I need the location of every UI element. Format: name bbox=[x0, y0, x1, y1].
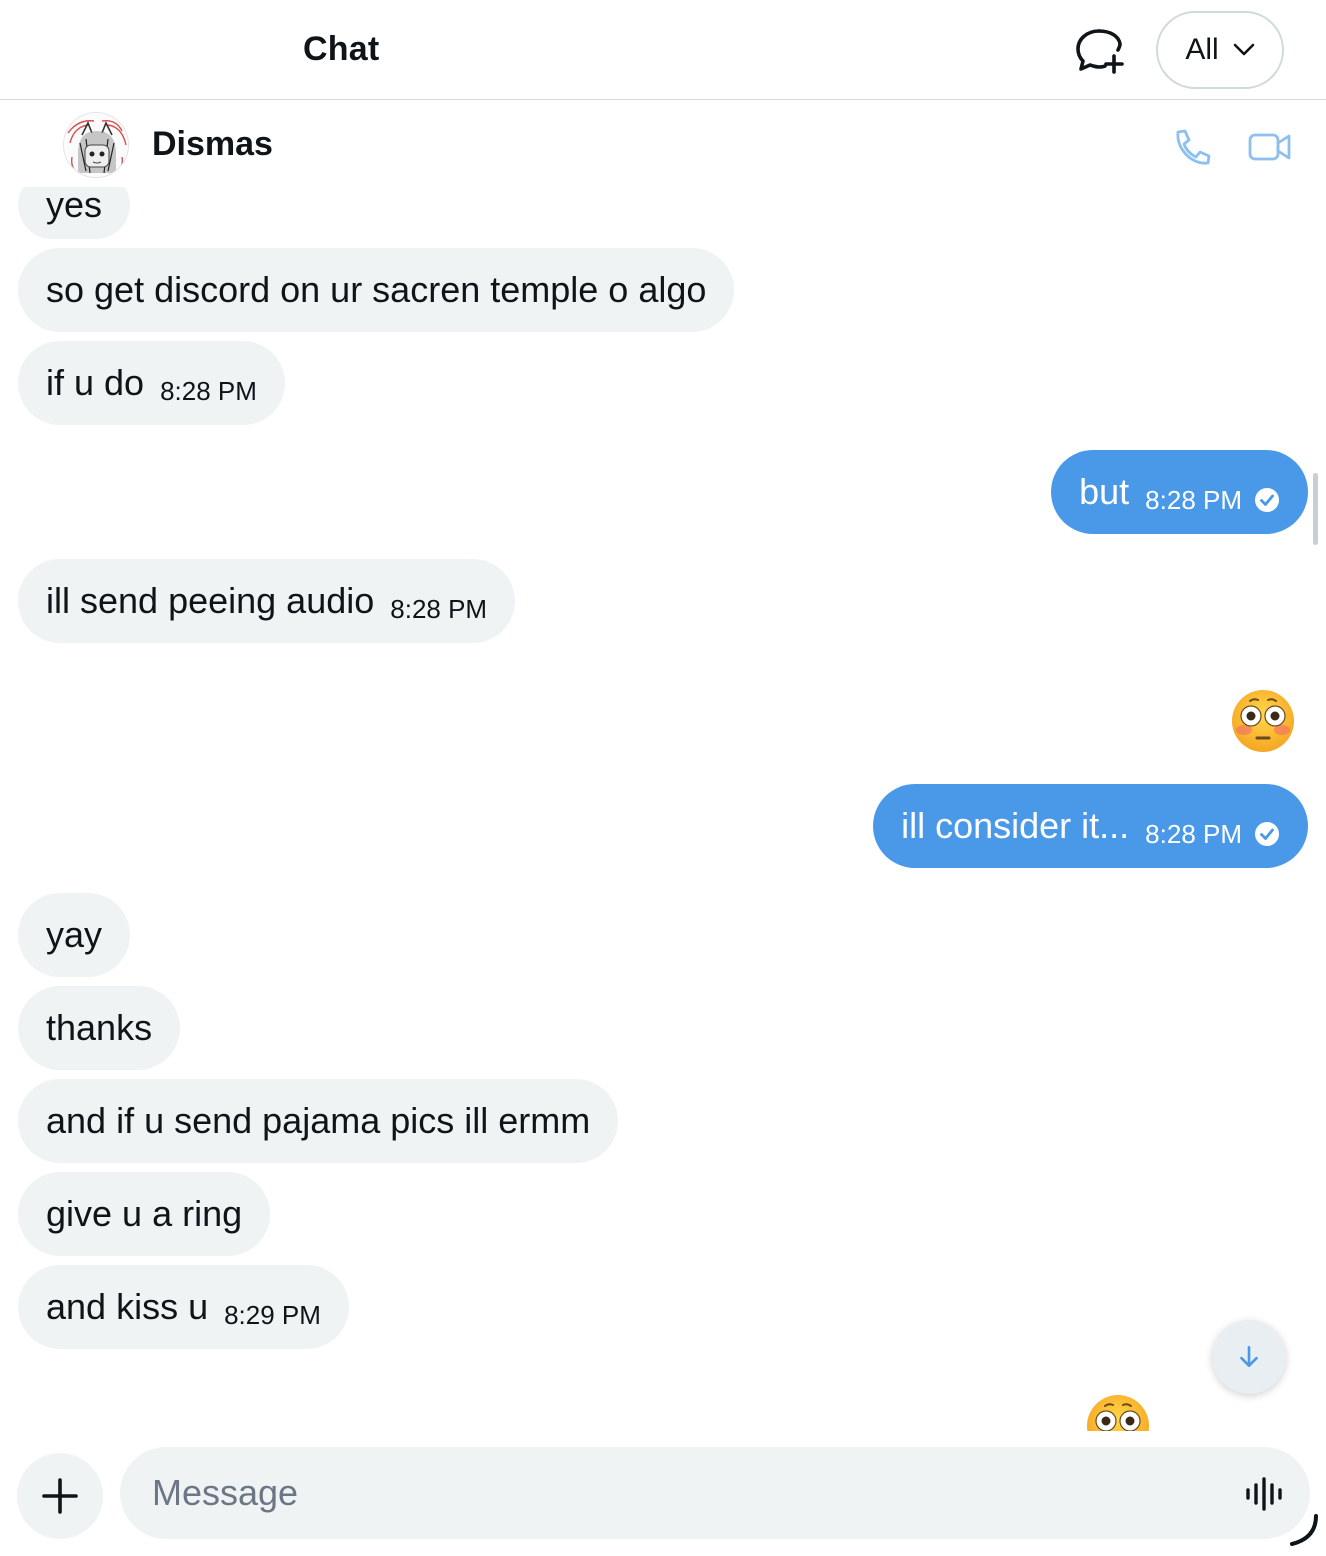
message-text: so get discord on ur sacren temple o alg… bbox=[46, 269, 707, 310]
new-message-icon[interactable] bbox=[1072, 26, 1126, 74]
message-bubble-incoming[interactable]: so get discord on ur sacren temple o alg… bbox=[18, 248, 735, 332]
read-check-icon bbox=[1255, 488, 1279, 512]
message-text: ill send peeing audio bbox=[46, 580, 375, 621]
plus-icon bbox=[42, 1478, 78, 1514]
read-check-icon bbox=[1255, 822, 1279, 846]
message-composer bbox=[0, 1431, 1326, 1556]
message-bubble-outgoing[interactable]: but 8:28 PM bbox=[1051, 450, 1308, 534]
avatar[interactable] bbox=[63, 112, 129, 178]
message-text: and if u send pajama pics ill ermm bbox=[46, 1100, 591, 1141]
filter-label: All bbox=[1185, 33, 1219, 66]
phone-icon[interactable] bbox=[1170, 127, 1216, 167]
message-text: ill consider it... bbox=[901, 805, 1130, 846]
flushed-face-emoji[interactable] bbox=[1230, 688, 1296, 754]
message-text: if u do bbox=[46, 362, 145, 403]
message-text: give u a ring bbox=[46, 1193, 243, 1234]
message-text: yay bbox=[46, 914, 103, 955]
message-list[interactable]: yes so get discord on ur sacren temple o… bbox=[0, 101, 1326, 1431]
top-bar: Chat All bbox=[0, 0, 1326, 100]
message-timestamp: 8:29 PM bbox=[224, 1299, 321, 1330]
page-title: Chat bbox=[303, 30, 380, 68]
filter-dropdown[interactable]: All bbox=[1156, 11, 1284, 89]
message-bubble-incoming[interactable]: and if u send pajama pics ill ermm bbox=[18, 1079, 619, 1163]
message-bubble-incoming[interactable]: and kiss u 8:29 PM bbox=[18, 1265, 349, 1349]
message-timestamp: 8:28 PM bbox=[160, 375, 257, 406]
message-bubble-incoming[interactable]: ill send peeing audio 8:28 PM bbox=[18, 559, 516, 643]
message-bubble-outgoing[interactable]: ill consider it... 8:28 PM bbox=[873, 784, 1308, 868]
voice-waveform-icon[interactable] bbox=[1244, 1477, 1288, 1511]
message-timestamp: 8:28 PM bbox=[1145, 818, 1242, 849]
message-timestamp: 8:28 PM bbox=[390, 593, 488, 624]
flushed-face-emoji[interactable] bbox=[1085, 1393, 1151, 1431]
message-timestamp: 8:28 PM bbox=[1145, 484, 1242, 515]
resize-handle-icon bbox=[1290, 1514, 1318, 1546]
conversation-header: Dismas bbox=[0, 101, 1326, 187]
message-bubble-incoming[interactable]: if u do 8:28 PM bbox=[18, 341, 285, 425]
scrollbar-thumb[interactable] bbox=[1313, 473, 1318, 545]
message-text: thanks bbox=[46, 1007, 153, 1048]
message-input[interactable] bbox=[120, 1447, 1310, 1539]
add-attachment-button[interactable] bbox=[17, 1453, 103, 1539]
contact-name[interactable]: Dismas bbox=[152, 125, 273, 164]
message-bubble-incoming[interactable]: yay bbox=[18, 893, 131, 977]
message-bubble-incoming[interactable]: give u a ring bbox=[18, 1172, 271, 1256]
scroll-to-bottom-button[interactable] bbox=[1212, 1320, 1286, 1394]
message-text: yes bbox=[46, 184, 103, 225]
message-bubble-incoming[interactable]: thanks bbox=[18, 986, 181, 1070]
chevron-down-icon bbox=[1233, 43, 1254, 56]
message-text: and kiss u bbox=[46, 1286, 209, 1327]
video-camera-icon[interactable] bbox=[1247, 127, 1293, 167]
arrow-down-icon bbox=[1240, 1345, 1258, 1367]
message-text: but bbox=[1079, 471, 1130, 512]
